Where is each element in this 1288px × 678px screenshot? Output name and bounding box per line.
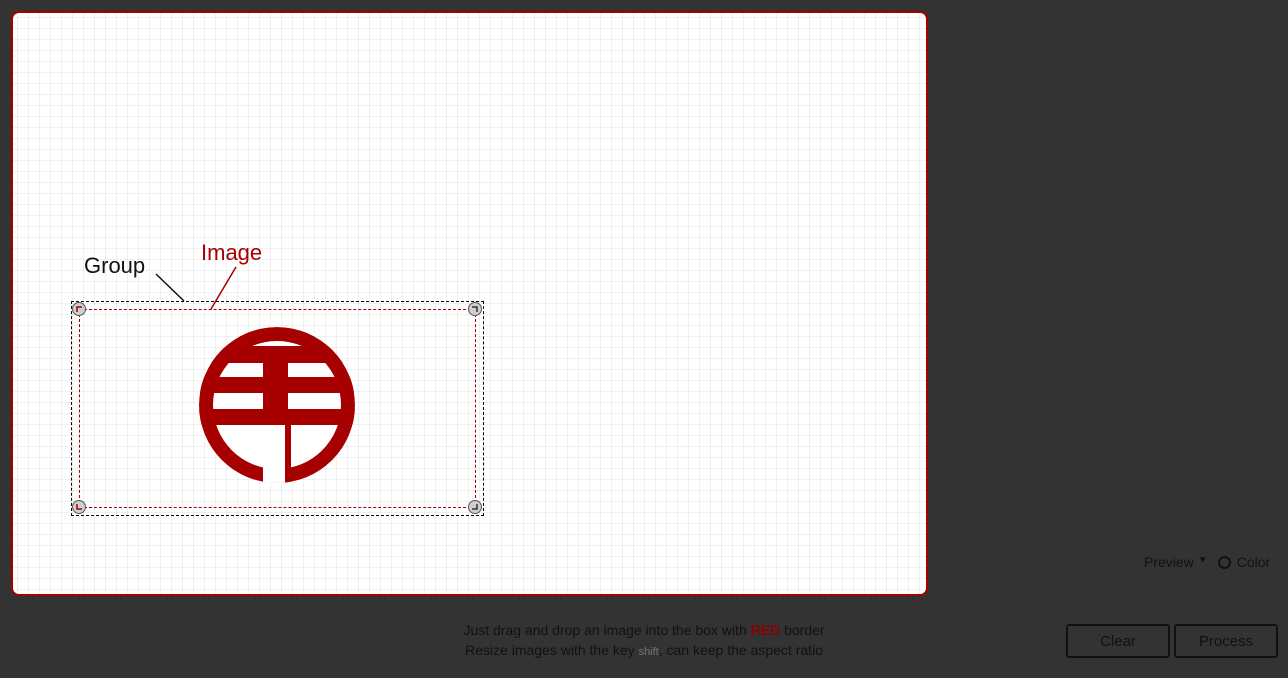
instruction-line-2: Resize images with the key shift, can ke…: [465, 642, 823, 658]
preview-dropdown-label[interactable]: Preview: [1144, 554, 1194, 570]
color-radio-button[interactable]: [1217, 555, 1231, 569]
chevron-down-icon[interactable]: ▼: [1198, 555, 1208, 566]
resize-handle-top-right[interactable]: [468, 302, 482, 316]
group-leader-line: [155, 273, 185, 302]
instructions-text: Just drag and drop an image into the box…: [440, 620, 848, 662]
color-label: Color: [1236, 554, 1271, 570]
image-label: Image: [201, 240, 263, 265]
group-label: Group: [84, 253, 146, 278]
preview-controls: Preview ▼ Color: [1144, 554, 1270, 570]
resize-handle-bottom-left[interactable]: [72, 500, 86, 514]
drop-zone-canvas[interactable]: Group Image: [11, 11, 928, 596]
instruction-line-1: Just drag and drop an image into the box…: [463, 622, 825, 638]
shift-key-hint: shift: [638, 646, 659, 658]
resize-handle-top-left[interactable]: [72, 302, 86, 316]
clear-button[interactable]: Clear: [1066, 624, 1170, 658]
red-emphasis: RED: [750, 622, 781, 638]
circle-logo-icon: [199, 327, 355, 483]
process-button[interactable]: Process: [1174, 624, 1278, 658]
resize-handle-bottom-right[interactable]: [468, 500, 482, 514]
